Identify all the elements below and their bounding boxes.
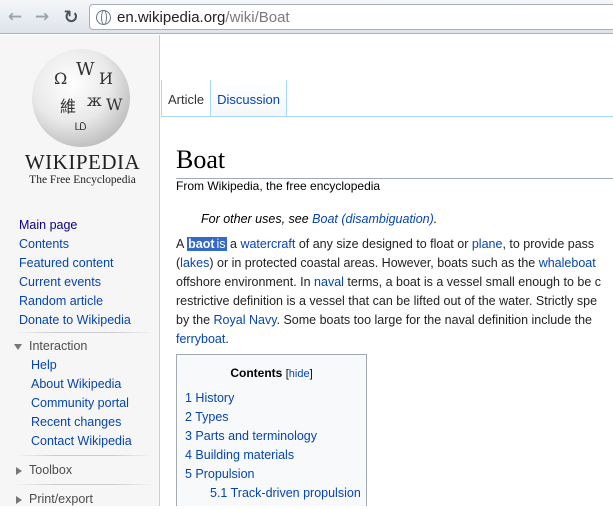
link-whaleboat[interactable]: whaleboat <box>539 256 596 270</box>
nav-recent-changes[interactable]: Recent changes <box>31 413 154 432</box>
nav-main-page[interactable]: Main page <box>19 216 131 235</box>
interaction-heading-label: Interaction <box>29 339 88 353</box>
reload-icon[interactable]: ↻ <box>60 6 82 28</box>
paragraph-line: by the Royal Navy. Some boats too large … <box>176 311 613 330</box>
link-plane[interactable]: plane <box>472 237 503 251</box>
logo-wordmark: WIKIPEDIA <box>24 150 141 174</box>
address-bar[interactable]: en.wikipedia.org/wiki/Boat <box>89 4 613 30</box>
toc-hide-toggle: [hide] <box>286 368 313 380</box>
text: . <box>225 332 229 346</box>
article-content: Boat From Wikipedia, the free encycloped… <box>161 116 613 506</box>
forward-arrow-icon[interactable]: → <box>31 6 53 28</box>
hatnote: For other uses, see Boat (disambiguation… <box>201 212 437 226</box>
toc-item-history[interactable]: 1 History <box>185 389 366 408</box>
paragraph-line: A baot is a watercraft of any size design… <box>176 235 613 254</box>
sidebar: W Ω И 維 ж W ம WIKIPEDIA The Free Encyclo… <box>0 35 160 506</box>
interaction-portal: Interaction Help About Wikipedia Communi… <box>14 337 154 451</box>
link-ferryboat[interactable]: ferryboat <box>176 332 225 346</box>
text: a <box>226 237 241 251</box>
nav-current-events[interactable]: Current events <box>19 273 131 292</box>
paragraph-line: restrictive definition is a vessel that … <box>176 294 598 308</box>
paragraph-line: (lakes) or in protected coastal areas. H… <box>176 254 613 273</box>
toc-item-propulsion[interactable]: 5 Propulsion <box>185 465 366 484</box>
toc-title: Contents <box>230 366 283 380</box>
toc-item-track-driven[interactable]: 5.1 Track-driven propulsion <box>210 484 366 503</box>
expand-arrow-icon <box>16 495 22 504</box>
text: . Some boats too large for the naval def… <box>276 313 592 327</box>
toolbox-heading-label: Toolbox <box>29 463 73 477</box>
page-title: Boat <box>176 145 226 174</box>
url-text[interactable]: en.wikipedia.org/wiki/Boat <box>117 9 290 26</box>
url-path: /wiki/Boat <box>225 8 290 26</box>
selected-word[interactable]: is <box>215 237 227 251</box>
disambiguation-link[interactable]: Boat (disambiguation) <box>312 212 434 226</box>
url-host: en.wikipedia.org <box>117 8 226 26</box>
main-navigation: Main page Contents Featured content Curr… <box>19 216 131 330</box>
collapse-arrow-icon <box>14 343 22 350</box>
printexport-heading[interactable]: Print/export <box>14 490 154 509</box>
printexport-heading-label: Print/export <box>29 492 93 506</box>
page-tabs: Article Discussion <box>161 80 287 116</box>
link-lakes[interactable]: lakes <box>180 256 209 270</box>
toc-item-parts[interactable]: 3 Parts and terminology <box>185 427 366 446</box>
printexport-portal: Print/export <box>14 490 154 509</box>
toc-heading: Contents [hide] <box>177 366 366 380</box>
puzzle-globe-icon: W Ω И 維 ж W ம <box>32 49 130 147</box>
globe-icon <box>96 9 111 25</box>
toolbox-heading[interactable]: Toolbox <box>14 461 154 480</box>
text: ) or in protected coastal areas. However… <box>209 256 539 270</box>
toolbox-portal: Toolbox <box>14 461 154 480</box>
nav-random-article[interactable]: Random article <box>19 292 131 311</box>
nav-contact-wikipedia[interactable]: Contact Wikipedia <box>31 432 154 451</box>
paragraph-line: ferryboat. <box>176 330 613 349</box>
toc-list: 1 History 2 Types 3 Parts and terminolog… <box>185 389 366 503</box>
divider <box>14 455 154 456</box>
expand-arrow-icon <box>16 466 22 475</box>
table-of-contents: Contents [hide] 1 History 2 Types 3 Part… <box>176 354 367 506</box>
paragraph-line: offshore environment. In naval terms, a … <box>176 273 613 292</box>
selected-word[interactable]: baot <box>187 237 216 251</box>
logo-tagline: The Free Encyclopedia <box>29 174 136 186</box>
nav-help[interactable]: Help <box>31 356 154 375</box>
nav-contents[interactable]: Contents <box>19 235 131 254</box>
link-naval[interactable]: naval <box>314 275 344 289</box>
wikipedia-logo[interactable]: W Ω И 維 ж W ம WIKIPEDIA The Free Encyclo… <box>20 49 140 189</box>
tab-article[interactable]: Article <box>161 80 212 116</box>
divider <box>14 484 154 485</box>
text: offshore environment. In <box>176 275 315 289</box>
text: , to provide pass <box>502 237 595 251</box>
interaction-heading[interactable]: Interaction <box>14 337 154 356</box>
link-royal-navy[interactable]: Royal Navy <box>214 313 277 327</box>
nav-community-portal[interactable]: Community portal <box>31 394 154 413</box>
back-arrow-icon[interactable]: ← <box>4 6 26 28</box>
browser-toolbar: ← → ↻ en.wikipedia.org/wiki/Boat <box>0 0 613 34</box>
divider <box>14 332 154 333</box>
hatnote-prefix: For other uses, see <box>201 212 313 226</box>
text: by the <box>176 313 214 327</box>
link-watercraft[interactable]: watercraft <box>240 237 295 251</box>
text: A <box>176 237 188 251</box>
text: of any size designed to float or <box>295 237 472 251</box>
text: terms, a boat is a vessel small enough t… <box>343 275 602 289</box>
toc-item-types[interactable]: 2 Types <box>185 408 366 427</box>
article-paragraph: A baot is a watercraft of any size design… <box>176 235 613 349</box>
nav-donate[interactable]: Donate to Wikipedia <box>19 311 131 330</box>
hatnote-suffix: . <box>433 212 438 226</box>
site-subtitle: From Wikipedia, the free encyclopedia <box>176 179 381 193</box>
toc-item-materials[interactable]: 4 Building materials <box>185 446 366 465</box>
nav-featured-content[interactable]: Featured content <box>19 254 131 273</box>
toc-hide-link[interactable]: hide <box>289 368 310 380</box>
tab-discussion[interactable]: Discussion <box>211 80 287 116</box>
nav-about-wikipedia[interactable]: About Wikipedia <box>31 375 154 394</box>
bracket: ] <box>309 368 313 380</box>
